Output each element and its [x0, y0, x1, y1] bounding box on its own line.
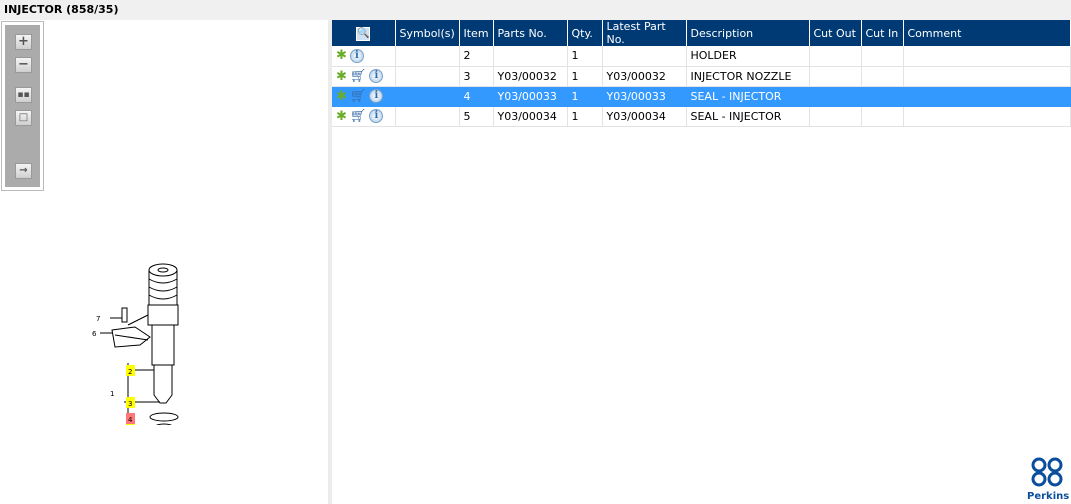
parts-table: 🔍 Symbol(s) Item Parts No. Qty. Latest Part … — [332, 20, 1071, 504]
row-actions: ✱ 🛒︎ i — [332, 66, 396, 87]
cell-description: SEAL - INJECTOR — [686, 106, 810, 127]
cell-item: 3 — [459, 66, 494, 87]
row-actions: ✱ 🛒︎ i — [332, 106, 396, 127]
gear-icon[interactable]: ✱ — [336, 109, 347, 124]
cell-description: HOLDER — [686, 46, 810, 67]
cell-description: SEAL - INJECTOR — [686, 86, 810, 107]
cell-cut-out — [809, 86, 862, 107]
column-header[interactable]: Item — [459, 20, 494, 46]
callout-7: 7 — [96, 315, 100, 323]
cell-cut-out — [809, 46, 862, 67]
column-header[interactable]: Description — [686, 20, 810, 46]
gear-icon[interactable]: ✱ — [336, 48, 347, 63]
cell-qty: 1 — [567, 106, 603, 127]
table-row[interactable]: ✱ 🛒︎ i 5 Y03/00034 1 Y03/00034 SEAL - INJECTOR — [332, 106, 1071, 127]
cell-symbols — [395, 106, 460, 127]
perkins-logo: Perkins — [1027, 456, 1070, 502]
cart-icon[interactable]: 🛒︎ — [350, 69, 367, 84]
zoom-out-button[interactable]: − — [15, 57, 32, 73]
cell-parts-no: Y03/00034 — [493, 106, 568, 127]
callout-1: 1 — [110, 390, 114, 398]
cell-cut-in — [861, 66, 904, 87]
column-header[interactable]: Cut Out — [809, 20, 862, 46]
cart-icon[interactable]: 🛒︎ — [350, 89, 367, 104]
callout-3: 3 — [128, 400, 132, 408]
cell-latest: Y03/00032 — [602, 66, 687, 87]
perkins-logo-mark — [1031, 457, 1063, 487]
cell-parts-no: Y03/00032 — [493, 66, 568, 87]
cell-symbols — [395, 86, 460, 107]
cell-qty: 1 — [567, 86, 603, 107]
cell-item: 2 — [459, 46, 494, 67]
injector-diagram[interactable]: 1 2 3 4 5 6 7 8 — [80, 255, 210, 425]
cell-latest — [602, 46, 687, 67]
logo-text: Perkins — [1027, 491, 1070, 502]
cell-latest: Y03/00033 — [602, 86, 687, 107]
fit-all-button[interactable]: ▪▪ — [15, 87, 32, 103]
callout-6: 6 — [92, 330, 97, 338]
diagram-panel: + − ▪▪ □ → 1 2 3 4 5 6 7 8 — [0, 20, 328, 504]
gear-icon[interactable]: ✱ — [336, 89, 347, 104]
column-header[interactable]: Latest Part No. — [602, 20, 687, 46]
cell-comment — [903, 106, 1071, 127]
cell-comment — [903, 86, 1071, 107]
cell-cut-out — [809, 66, 862, 87]
cell-parts-no: Y03/00033 — [493, 86, 568, 107]
cell-qty: 1 — [567, 66, 603, 87]
column-header[interactable]: Comment — [903, 20, 1071, 46]
cell-latest: Y03/00034 — [602, 106, 687, 127]
callout-2: 2 — [128, 368, 132, 376]
column-header-search[interactable]: 🔍 — [332, 20, 396, 46]
info-icon[interactable]: i — [369, 109, 384, 123]
cell-cut-in — [861, 86, 904, 107]
cell-comment — [903, 66, 1071, 87]
cell-comment — [903, 46, 1071, 67]
export-button[interactable]: → — [15, 163, 32, 179]
cell-item: 5 — [459, 106, 494, 127]
column-header[interactable]: Qty. — [567, 20, 603, 46]
gear-icon[interactable]: ✱ — [336, 69, 347, 84]
column-header[interactable]: Cut In — [861, 20, 904, 46]
diagram-toolbar: + − ▪▪ □ → — [1, 21, 44, 191]
zoom-in-button[interactable]: + — [15, 34, 32, 50]
cell-cut-out — [809, 106, 862, 127]
info-icon[interactable]: i — [369, 89, 384, 103]
callout-4: 4 — [128, 416, 133, 424]
info-icon[interactable]: i — [349, 48, 364, 63]
row-actions: ✱ 🛒︎ i — [332, 86, 396, 107]
cell-item: 4 — [459, 86, 494, 107]
table-row[interactable]: ✱ 🛒︎ i 3 Y03/00032 1 Y03/00032 INJECTOR NOZZLE — [332, 66, 1071, 87]
cell-parts-no — [493, 46, 568, 67]
window-title: INJECTOR (858/35) — [0, 0, 1071, 20]
cell-symbols — [395, 46, 460, 67]
cell-symbols — [395, 66, 460, 87]
fit-one-button[interactable]: □ — [15, 110, 32, 126]
cell-cut-in — [861, 46, 904, 67]
column-header[interactable]: Symbol(s) — [395, 20, 460, 46]
row-actions: ✱ i — [332, 46, 396, 67]
info-icon[interactable]: i — [369, 69, 384, 83]
cell-qty: 1 — [567, 46, 603, 67]
search-icon: 🔍 — [356, 26, 371, 41]
cart-icon[interactable]: 🛒︎ — [350, 109, 367, 124]
cell-cut-in — [861, 106, 904, 127]
cell-description: INJECTOR NOZZLE — [686, 66, 810, 87]
table-row[interactable]: ✱ i 2 1 HOLDER — [332, 46, 1071, 67]
table-row[interactable]: ✱ 🛒︎ i 4 Y03/00033 1 Y03/00033 SEAL - INJECTOR — [332, 86, 1071, 107]
column-header[interactable]: Parts No. — [493, 20, 568, 46]
